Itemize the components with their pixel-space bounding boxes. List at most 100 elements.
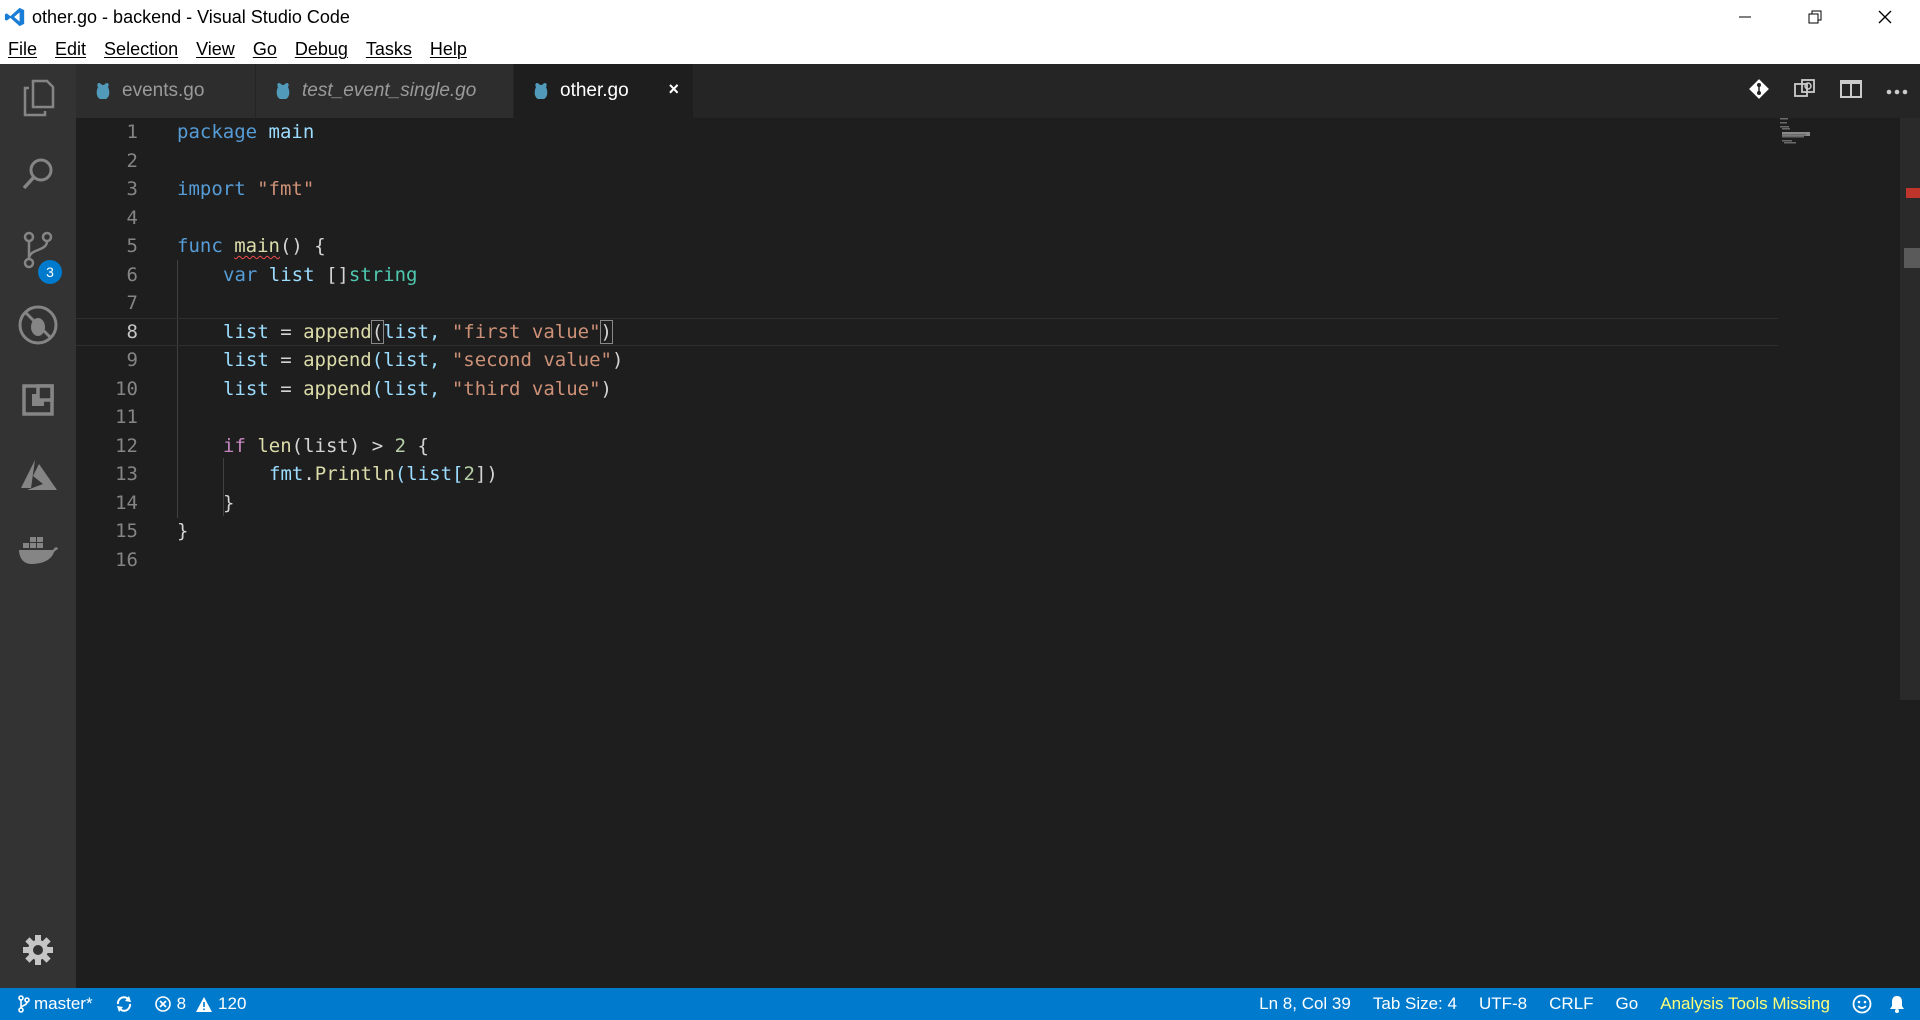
line-number: 15 — [115, 520, 138, 542]
code-editor[interactable]: 1 package main 2 3 import "fmt" 4 5 func… — [76, 118, 1920, 988]
restore-button[interactable] — [1780, 0, 1850, 34]
source-control-button[interactable]: 3 — [0, 222, 76, 284]
code-line[interactable]: 3 import "fmt" — [76, 175, 1776, 203]
open-changes-button[interactable] — [1736, 64, 1782, 118]
number-literal: 2 — [394, 434, 407, 457]
extensions-button[interactable] — [0, 372, 76, 432]
azure-button[interactable] — [0, 447, 76, 507]
split-editor-button[interactable] — [1828, 64, 1874, 118]
identifier: list — [223, 349, 269, 371]
function-name: append — [303, 320, 372, 343]
line-number: 10 — [115, 377, 138, 400]
tab-label: other.go — [560, 80, 629, 101]
code-line[interactable]: 7 — [76, 289, 1776, 317]
menu-edit[interactable]: Edit — [47, 39, 96, 60]
code-line[interactable]: 14 } — [76, 489, 1776, 517]
open-preview-button[interactable] — [1782, 64, 1828, 118]
debug-button[interactable] — [0, 297, 76, 357]
branch-name: master* — [34, 994, 93, 1013]
go-file-icon — [276, 82, 290, 100]
string-literal: "first value" — [451, 320, 601, 343]
line-number: 11 — [115, 406, 138, 428]
minimize-button[interactable] — [1710, 0, 1780, 34]
code-line[interactable]: 5 func main() { — [76, 232, 1776, 260]
line-number: 3 — [126, 178, 138, 200]
line-number: 5 — [126, 235, 138, 257]
code-line[interactable]: 13 fmt.Println(list[2]) — [76, 460, 1776, 488]
problems-item[interactable]: 8 120 — [154, 994, 246, 1014]
code-line[interactable]: 2 — [76, 147, 1776, 175]
cursor-position[interactable]: Ln 8, Col 39 — [1259, 994, 1351, 1014]
string-literal: "third value" — [451, 377, 601, 400]
function-name-error[interactable]: main — [234, 235, 280, 257]
search-button[interactable] — [0, 146, 76, 206]
line-number: 1 — [126, 121, 138, 143]
window-title: other.go - backend - Visual Studio Code — [32, 6, 350, 27]
punctuation: { — [406, 434, 429, 457]
menu-debug[interactable]: Debug — [287, 39, 358, 60]
language-mode[interactable]: Go — [1616, 994, 1639, 1014]
menu-selection[interactable]: Selection — [96, 39, 188, 60]
tab-size[interactable]: Tab Size: 4 — [1373, 994, 1457, 1014]
sync-button[interactable] — [115, 995, 133, 1013]
identifier: main — [257, 121, 315, 143]
code-line[interactable]: 1 package main — [76, 118, 1776, 146]
activity-bar: 3 — [0, 64, 76, 988]
menu-view[interactable]: View — [188, 39, 245, 60]
scrollbar-thumb[interactable] — [1904, 248, 1920, 268]
menu-go[interactable]: Go — [245, 39, 287, 60]
code-line[interactable]: 15 } — [76, 517, 1776, 545]
close-tab-icon[interactable]: × — [668, 79, 679, 100]
menu-tasks[interactable]: Tasks — [358, 39, 422, 60]
git-compare-icon — [1748, 78, 1770, 105]
punctuation: ]) — [474, 463, 498, 485]
vertical-scrollbar[interactable] — [1900, 118, 1920, 700]
tab-test-event-single-go[interactable]: test_event_single.go — [256, 64, 514, 118]
vscode-logo-icon — [2, 4, 28, 30]
code-line[interactable]: 9 list = append(list, "second value") — [76, 346, 1776, 374]
menu-help[interactable]: Help — [422, 39, 477, 60]
encoding[interactable]: UTF-8 — [1479, 994, 1527, 1014]
expression: (list) > — [291, 434, 395, 457]
identifier: list — [257, 263, 326, 286]
keyword: func — [177, 235, 223, 257]
string-literal: "fmt" — [257, 178, 315, 200]
code-line-current[interactable]: 8 list = append(list, "first value") — [76, 317, 1778, 346]
analysis-tools-warning[interactable]: Analysis Tools Missing — [1660, 994, 1830, 1014]
feedback-button[interactable] — [1852, 994, 1872, 1014]
tab-other-go[interactable]: other.go × — [514, 64, 694, 118]
notifications-button[interactable] — [1888, 994, 1906, 1014]
code-line[interactable]: 16 — [76, 546, 1776, 574]
azure-icon — [17, 458, 59, 497]
string-literal: "second value" — [451, 349, 612, 371]
identifier: fmt — [269, 463, 304, 485]
menu-file[interactable]: File — [0, 39, 47, 60]
git-branch-item[interactable]: master* — [18, 994, 93, 1014]
identifier: (list, — [371, 349, 452, 371]
code-line[interactable]: 6 var list []string — [76, 261, 1776, 289]
manage-settings-button[interactable] — [0, 922, 76, 982]
line-number: 6 — [126, 263, 138, 286]
more-actions-button[interactable] — [1874, 64, 1920, 118]
line-number: 12 — [115, 434, 138, 457]
code-line[interactable]: 4 — [76, 204, 1776, 232]
function-name: len — [245, 434, 292, 457]
docker-button[interactable] — [0, 522, 76, 582]
end-of-line[interactable]: CRLF — [1549, 994, 1593, 1014]
error-icon — [154, 996, 171, 1012]
code-line[interactable]: 12 if len(list) > 2 { — [76, 432, 1776, 460]
minimap[interactable] — [1780, 118, 1820, 148]
code-line[interactable]: 11 — [76, 403, 1776, 431]
tab-events-go[interactable]: events.go — [76, 64, 256, 118]
explorer-button[interactable] — [0, 70, 76, 130]
close-window-button[interactable] — [1850, 0, 1920, 34]
code-line[interactable]: 10 list = append(list, "third value") — [76, 375, 1776, 403]
editor-tab-bar: events.go test_event_single.go other.go … — [76, 64, 1920, 118]
operator: = — [268, 377, 304, 400]
identifier: (list, — [371, 377, 452, 400]
function-name: Println — [314, 463, 395, 485]
keyword: if — [223, 434, 246, 457]
sync-icon — [115, 995, 133, 1013]
